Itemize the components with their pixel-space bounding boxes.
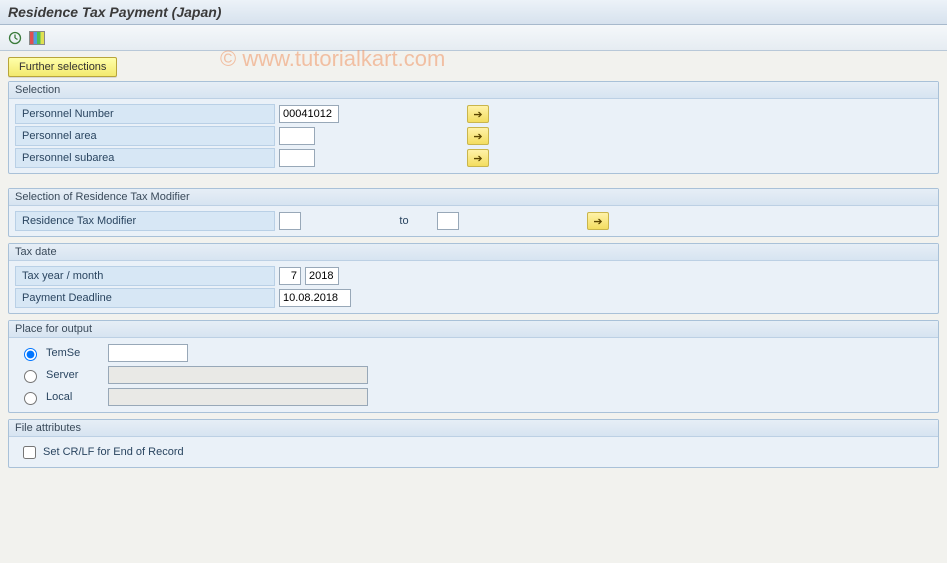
- row-output-server: Server: [15, 364, 932, 386]
- variant-icon[interactable]: [28, 29, 46, 47]
- window-title-text: Residence Tax Payment (Japan): [8, 4, 221, 20]
- window-title: Residence Tax Payment (Japan): [0, 0, 947, 25]
- execute-icon[interactable]: [6, 29, 24, 47]
- multi-select-personnel-subarea[interactable]: ➔: [467, 149, 489, 167]
- group-selection: Selection Personnel Number ➔ Personnel a…: [8, 81, 939, 174]
- row-output-temse: TemSe: [15, 342, 932, 364]
- input-tax-modifier-from[interactable]: [279, 212, 301, 230]
- label-payment-deadline: Payment Deadline: [15, 288, 275, 308]
- radio-local[interactable]: [24, 392, 37, 405]
- radio-temse[interactable]: [24, 348, 37, 361]
- row-output-local: Local: [15, 386, 932, 408]
- multi-select-personnel-area[interactable]: ➔: [467, 127, 489, 145]
- input-personnel-number[interactable]: [279, 105, 339, 123]
- input-local: [108, 388, 368, 406]
- row-personnel-number: Personnel Number ➔: [15, 103, 932, 125]
- colorbars-icon: [29, 31, 45, 45]
- input-tax-modifier-to[interactable]: [437, 212, 459, 230]
- label-crlf: Set CR/LF for End of Record: [43, 446, 184, 458]
- multi-select-tax-modifier[interactable]: ➔: [587, 212, 609, 230]
- checkbox-crlf[interactable]: [23, 446, 36, 459]
- toolbar: [0, 25, 947, 51]
- row-personnel-area: Personnel area ➔: [15, 125, 932, 147]
- arrow-right-icon: ➔: [593, 215, 602, 228]
- row-payment-deadline: Payment Deadline: [15, 287, 932, 309]
- clock-icon: [8, 31, 22, 45]
- input-temse[interactable]: [108, 344, 188, 362]
- arrow-right-icon: ➔: [473, 108, 482, 121]
- input-tax-month[interactable]: [279, 267, 301, 285]
- content-area: Further selections Selection Personnel N…: [0, 51, 947, 478]
- input-personnel-subarea[interactable]: [279, 149, 315, 167]
- group-output: Place for output TemSe Server Local: [8, 320, 939, 413]
- input-personnel-area[interactable]: [279, 127, 315, 145]
- label-to: to: [389, 215, 419, 227]
- row-tax-year-month: Tax year / month: [15, 265, 932, 287]
- radio-server[interactable]: [24, 370, 37, 383]
- group-tax-date: Tax date Tax year / month Payment Deadli…: [8, 243, 939, 314]
- row-crlf: Set CR/LF for End of Record: [15, 441, 932, 463]
- label-tax-modifier: Residence Tax Modifier: [15, 211, 275, 231]
- label-temse: TemSe: [46, 347, 102, 359]
- further-selections-button[interactable]: Further selections: [8, 57, 117, 77]
- label-local: Local: [46, 391, 102, 403]
- group-file-attr-title: File attributes: [9, 420, 938, 437]
- input-tax-year[interactable]: [305, 267, 339, 285]
- row-personnel-subarea: Personnel subarea ➔: [15, 147, 932, 169]
- input-server: [108, 366, 368, 384]
- label-tax-year-month: Tax year / month: [15, 266, 275, 286]
- label-personnel-area: Personnel area: [15, 126, 275, 146]
- arrow-right-icon: ➔: [473, 152, 482, 165]
- arrow-right-icon: ➔: [473, 130, 482, 143]
- group-tax-date-title: Tax date: [9, 244, 938, 261]
- label-personnel-subarea: Personnel subarea: [15, 148, 275, 168]
- input-payment-deadline[interactable]: [279, 289, 351, 307]
- group-output-title: Place for output: [9, 321, 938, 338]
- label-server: Server: [46, 369, 102, 381]
- label-personnel-number: Personnel Number: [15, 104, 275, 124]
- group-tax-modifier-title: Selection of Residence Tax Modifier: [9, 189, 938, 206]
- group-tax-modifier: Selection of Residence Tax Modifier Resi…: [8, 188, 939, 237]
- group-file-attr: File attributes Set CR/LF for End of Rec…: [8, 419, 939, 468]
- row-tax-modifier: Residence Tax Modifier to ➔: [15, 210, 932, 232]
- multi-select-personnel-number[interactable]: ➔: [467, 105, 489, 123]
- group-selection-title: Selection: [9, 82, 938, 99]
